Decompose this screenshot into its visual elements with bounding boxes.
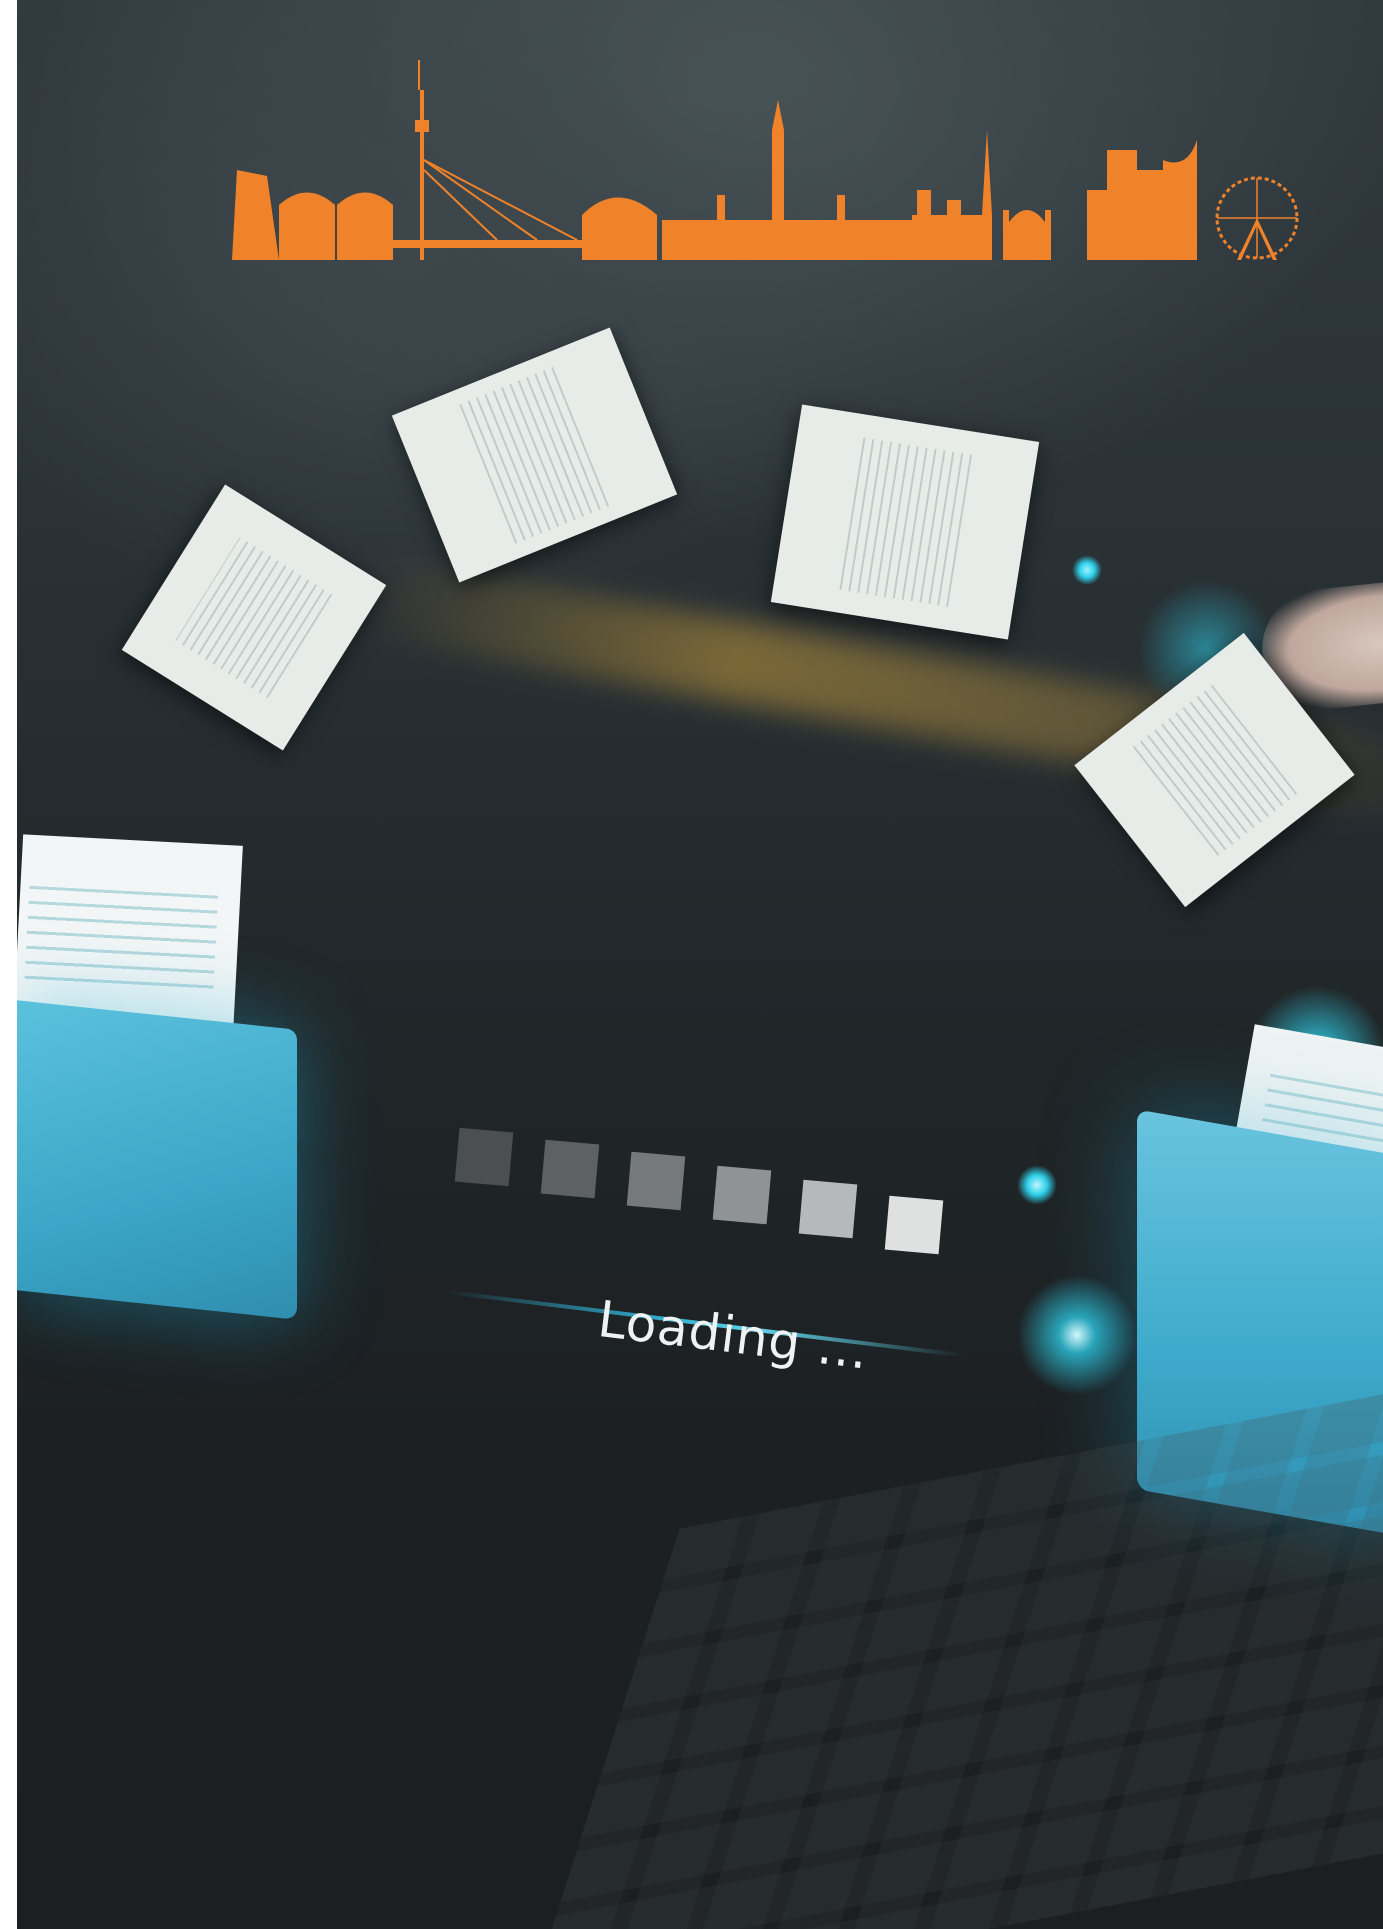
document-icon [391, 327, 678, 583]
glow-dot [1072, 555, 1102, 585]
photo-scene: Loading ... [17, 0, 1383, 1929]
glow-dot [1012, 1270, 1142, 1400]
loading-segment [540, 1139, 600, 1199]
glow-dot [1017, 1165, 1057, 1205]
document-icon [121, 484, 387, 751]
folder-icon [17, 1000, 297, 1320]
laptop-keyboard [523, 1362, 1383, 1929]
loading-segment [712, 1165, 772, 1225]
loading-segment [626, 1151, 686, 1211]
skyline-icon [232, 60, 1299, 260]
loading-segment [798, 1179, 858, 1239]
loading-segment [884, 1195, 944, 1255]
loading-segment [454, 1127, 514, 1187]
document-icon [770, 404, 1040, 640]
loading-text: Loading ... [594, 1290, 872, 1381]
